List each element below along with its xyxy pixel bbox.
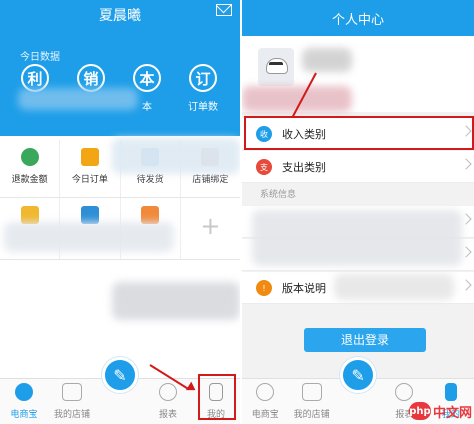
chevron-right-icon xyxy=(460,246,472,258)
edit-icon[interactable]: ✎ xyxy=(340,357,377,393)
home-icon xyxy=(256,383,275,401)
blurred-region xyxy=(252,210,462,266)
tab-home[interactable]: 电商宝 xyxy=(0,379,48,424)
logout-button[interactable]: 退出登录 xyxy=(304,328,426,352)
section-label: 系统信息 xyxy=(260,190,297,200)
edit-icon[interactable]: ✎ xyxy=(102,357,138,393)
watermark: php 中文网 xyxy=(408,400,472,422)
stat-orders[interactable]: 订 订单数 xyxy=(186,64,220,113)
info-icon: ! xyxy=(256,280,272,296)
tab-home[interactable]: 电商宝 xyxy=(242,379,288,424)
blurred-region xyxy=(334,274,454,300)
stat-label: 订单数 xyxy=(188,102,218,113)
blurred-region xyxy=(112,138,240,174)
page-title: 个人中心 xyxy=(331,13,384,28)
tab-center[interactable]: ✎ xyxy=(96,357,144,424)
highlight-box xyxy=(244,116,474,150)
highlight-box xyxy=(198,374,236,420)
refund-icon xyxy=(20,148,39,166)
pie-chart-icon xyxy=(395,383,414,401)
cost-icon: 本 xyxy=(133,64,161,92)
php-logo: php xyxy=(408,402,431,420)
blurred-region xyxy=(302,48,352,72)
tab-my-shop[interactable]: 我的店铺 xyxy=(288,379,334,424)
tab-label: 我的店铺 xyxy=(53,410,90,420)
chevron-right-icon xyxy=(460,158,472,170)
left-phone-screen: 夏晨曦 今日数据 利 销 本 本 订 订单数 退款金额 今日订单 待发货 店铺绑… xyxy=(0,0,240,424)
blurred-region xyxy=(18,88,138,110)
today-data-label: 今日数据 xyxy=(20,52,60,63)
screenshot-root: 夏晨曦 今日数据 利 销 本 本 订 订单数 退款金额 今日订单 待发货 店铺绑… xyxy=(0,0,474,424)
pie-chart-icon xyxy=(159,383,177,401)
grid-item-refund[interactable]: 退款金额 xyxy=(0,140,61,197)
blurred-region xyxy=(4,222,174,252)
right-phone-screen: 个人中心 收 收入类别 支 支出类别 系统信息 ! 版本说明 退出登录 电商宝 … xyxy=(242,0,474,424)
left-header: 夏晨曦 今日数据 利 销 本 本 订 订单数 xyxy=(0,0,240,136)
expense-icon: 支 xyxy=(256,159,272,175)
tab-label: 电商宝 xyxy=(10,410,38,420)
row-label: 支出类别 xyxy=(282,161,326,174)
watermark-text: 中文网 xyxy=(432,405,472,421)
right-header: 个人中心 xyxy=(242,0,474,36)
shop-icon xyxy=(62,383,82,401)
tab-label: 电商宝 xyxy=(251,410,279,420)
shop-name: 夏晨曦 xyxy=(99,8,141,24)
grid-label: 今日订单 xyxy=(71,175,108,185)
tab-label: 我的店铺 xyxy=(293,410,330,420)
blurred-region xyxy=(112,282,240,320)
profile-icon xyxy=(444,383,457,401)
home-icon xyxy=(15,383,33,401)
avatar[interactable] xyxy=(258,48,294,86)
tab-my-shop[interactable]: 我的店铺 xyxy=(48,379,96,424)
grid-item-add[interactable]: + xyxy=(181,198,240,259)
plus-icon: + xyxy=(200,212,221,240)
tab-center[interactable]: ✎ xyxy=(335,357,381,424)
shop-icon xyxy=(301,383,322,401)
chevron-right-icon xyxy=(460,279,472,291)
orders-icon: 订 xyxy=(189,64,217,92)
row-label: 版本说明 xyxy=(282,282,326,295)
mail-icon[interactable] xyxy=(216,4,232,16)
orders-list-icon xyxy=(80,148,99,166)
tab-label: 报表 xyxy=(158,410,177,420)
grid-label: 退款金额 xyxy=(11,175,48,185)
chevron-right-icon xyxy=(460,213,472,225)
menu-row-expense[interactable]: 支 支出类别 xyxy=(242,151,474,183)
